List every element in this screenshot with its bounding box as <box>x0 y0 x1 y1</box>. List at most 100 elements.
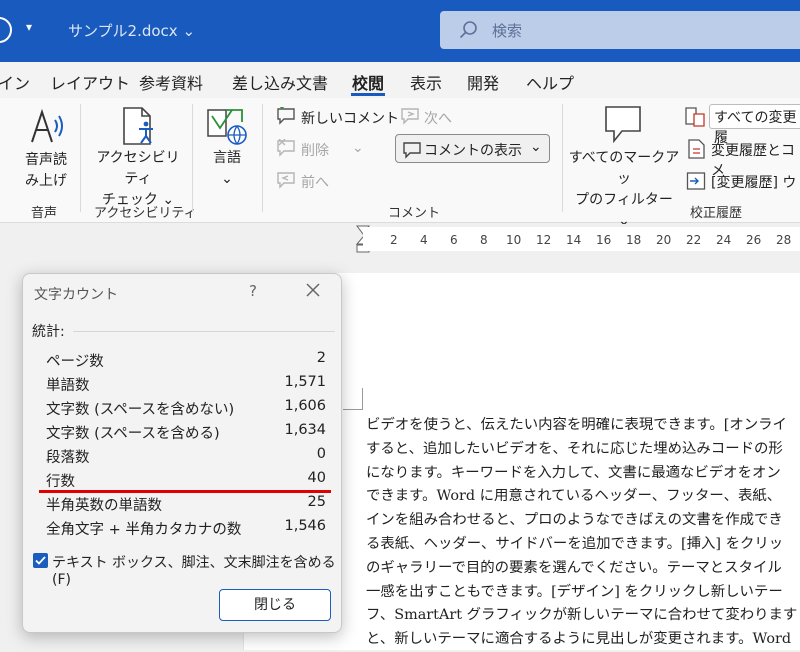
document-line: になります。キーワードを入力して、文書に最適なビデオをオン <box>366 464 781 481</box>
margin-corner-mark <box>343 409 363 410</box>
close-button[interactable]: 閉じる <box>219 589 331 621</box>
show-comments-button[interactable]: コメントの表示 ⌄ <box>395 134 550 163</box>
checkmark-icon <box>35 556 46 565</box>
ruler-tick: 2 <box>390 233 398 247</box>
ruler-tick: 8 <box>480 233 488 247</box>
document-line: 一感を出すこともできます。[デザイン] をクリックし新しいテー <box>366 583 783 600</box>
include-textboxes-label[interactable]: テキスト ボックス、脚注、文末脚注を含める(F) <box>52 552 341 588</box>
stat-row-halfwidth-words: 半角英数の単語数 25 <box>46 494 326 518</box>
markup-filter-icon <box>605 106 641 143</box>
group-separator <box>262 104 263 212</box>
tab-developer[interactable]: 開発 <box>467 70 499 94</box>
tab-review[interactable]: 校閲 <box>352 70 384 94</box>
stat-row-paragraphs: 段落数 0 <box>46 446 326 470</box>
ruler-tick: 20 <box>656 233 672 247</box>
ruler-tick: 26 <box>746 233 762 247</box>
search-placeholder: 検索 <box>492 22 523 40</box>
stat-label: 段落数 <box>46 450 90 466</box>
ruler-tick: 16 <box>596 233 612 247</box>
ruler-tick: 22 <box>686 233 702 247</box>
document-filename[interactable]: サンプル2.docx ⌄ <box>68 20 195 41</box>
stat-value: 0 <box>316 446 326 462</box>
chevron-down-icon: ⌄ <box>530 139 542 155</box>
read-aloud-icon <box>31 108 63 143</box>
group-separator <box>80 104 81 212</box>
tab-help[interactable]: ヘルプ <box>526 70 574 94</box>
tab-insert[interactable]: イン <box>0 70 30 94</box>
ruler-tick: 28 <box>776 233 792 247</box>
accessibility-icon <box>123 107 153 145</box>
group-separator <box>562 104 563 212</box>
new-comment-label: 新しいコメント <box>301 111 399 127</box>
word-count-dialog: 文字カウント ? 統計: ページ数 2 単語数 1,571 文字数 (スペースを… <box>22 273 342 633</box>
ribbon: 音声読 み上げ 音声 アクセシビリティ チェック ⌄ アクセシビリティ 言語 ⌄… <box>0 98 800 229</box>
stat-value: 25 <box>307 494 326 510</box>
autosave-toggle-icon[interactable] <box>0 17 12 43</box>
stat-row-chars-with-spaces: 文字数 (スペースを含める) 1,634 <box>46 422 326 446</box>
tab-view[interactable]: 表示 <box>410 70 442 94</box>
quick-access-dropdown-icon[interactable]: ▾ <box>26 20 32 34</box>
include-textboxes-checkbox[interactable] <box>33 553 48 568</box>
show-comments-label: コメントの表示 <box>424 143 522 159</box>
ribbon-tabs: イン レイアウト 参考資料 差し込み文書 校閲 表示 開発 ヘルプ <box>0 62 800 98</box>
display-for-review-icon <box>685 107 705 127</box>
stat-label: 単語数 <box>46 378 90 394</box>
document-line: フ、SmartArt グラフィックが新しいテーマに合わせて変わります <box>366 607 798 624</box>
stat-label: 文字数 (スペースを含めない) <box>46 402 235 418</box>
stat-value: 1,546 <box>284 518 326 534</box>
ruler-area: 2 4 6 8 10 12 14 16 18 20 22 24 26 28 <box>0 224 800 254</box>
read-aloud-label-2: み上げ <box>25 173 67 189</box>
ruler-tick: 14 <box>566 233 582 247</box>
tab-layout[interactable]: レイアウト <box>50 70 130 94</box>
stat-row-chars-no-spaces: 文字数 (スペースを含めない) 1,606 <box>46 398 326 422</box>
divider <box>73 331 335 332</box>
close-icon[interactable] <box>303 280 323 300</box>
stat-row-pages: ページ数 2 <box>46 350 326 374</box>
stat-label: 行数 <box>46 474 75 490</box>
next-label: 次へ <box>424 111 452 127</box>
chevron-down-icon: ⌄ <box>352 140 364 156</box>
chevron-down-icon: ⌄ <box>221 171 233 187</box>
stat-value: 40 <box>307 470 326 486</box>
group-label-comments: コメント <box>388 206 441 221</box>
stat-row-words: 単語数 1,571 <box>46 374 326 398</box>
document-line: る表紙、ヘッダー、サイドバーを追加できます。[挿入] をクリッ <box>366 535 784 552</box>
stat-value: 1,571 <box>284 374 326 390</box>
reviewing-pane-label: [変更履歴] ウ <box>711 175 797 191</box>
highlight-underline <box>39 490 331 493</box>
document-line: と、新しいテーマに適合するように見出しが変更されます。Word <box>366 631 792 648</box>
title-bar: ▾ サンプル2.docx ⌄ 検索 <box>0 0 800 62</box>
ruler-tick: 12 <box>536 233 552 247</box>
stat-label: 文字数 (スペースを含める) <box>46 426 220 442</box>
previous-label: 前へ <box>301 175 329 191</box>
document-body[interactable]: ビデオを使うと、伝えたい内容を明確に表現できます。[オンライ すると、追加したい… <box>366 414 800 652</box>
tab-mailings[interactable]: 差し込み文書 <box>232 70 328 94</box>
language-label: 言語 <box>213 150 241 166</box>
search-input[interactable]: 検索 <box>440 11 800 49</box>
reviewing-pane-icon <box>686 172 706 190</box>
display-for-review-select[interactable]: すべての変更履 <box>709 104 800 146</box>
margin-corner-mark <box>362 388 363 410</box>
group-label-accessibility: アクセシビリティ <box>94 206 197 221</box>
statistics-heading: 統計: <box>32 324 65 340</box>
document-line: のギャラリーで目的の要素を選んでください。テーマとスタイル <box>366 559 782 576</box>
tab-references[interactable]: 参考資料 <box>139 70 203 94</box>
language-icon <box>207 109 247 145</box>
stat-value: 1,606 <box>284 398 326 414</box>
document-line: すると、追加したいビデオを、それに応じた埋め込みコードの形 <box>366 440 783 457</box>
read-aloud-label-1: 音声読 <box>25 152 67 168</box>
next-comment-icon <box>401 108 419 125</box>
stat-label: ページ数 <box>46 354 104 370</box>
ruler-tick: 4 <box>420 233 428 247</box>
help-button[interactable]: ? <box>249 282 257 300</box>
horizontal-ruler[interactable]: 2 4 6 8 10 12 14 16 18 20 22 24 26 28 <box>363 227 800 251</box>
document-line: ビデオを使うと、伝えたい内容を明確に表現できます。[オンライ <box>366 417 787 433</box>
stat-label: 全角文字 + 半角カタカナの数 <box>46 522 242 538</box>
markup-filter-label-1: すべてのマークアッ <box>568 150 680 187</box>
group-label-speech: 音声 <box>31 206 58 221</box>
group-separator <box>192 104 193 212</box>
group-label-tracking: 校正履歴 <box>690 206 743 221</box>
stat-label: 半角英数の単語数 <box>46 498 162 514</box>
accessibility-label-1: アクセシビリティ <box>96 150 180 187</box>
track-changes-icon <box>688 139 705 159</box>
